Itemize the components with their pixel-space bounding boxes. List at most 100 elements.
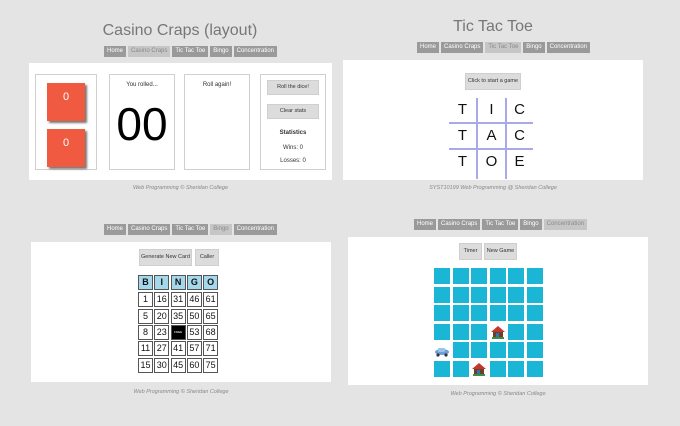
card-tile[interactable] [526,268,543,284]
nav-tic-tac-toe[interactable]: Tic Tac Toe [485,42,522,53]
ttt-cell-7[interactable]: O [478,148,505,175]
ttt-cell-8[interactable]: E [506,148,533,175]
bingo-cell[interactable]: 75 [203,357,219,373]
card-tile[interactable] [526,305,543,321]
nav-concentration[interactable]: Concentration [233,46,277,57]
ttt-cell-5[interactable]: C [506,122,533,149]
ttt-cell-6[interactable]: T [449,148,476,175]
nav-concentration[interactable]: Concentration [233,224,277,235]
card-tile[interactable] [526,323,543,340]
nav-home[interactable]: Home [417,42,440,53]
card-tile[interactable] [434,305,450,321]
nav-casino-craps[interactable]: Casino Craps [438,219,481,230]
card-tile[interactable] [471,342,487,358]
bingo-cell[interactable]: 30 [154,357,170,373]
card-tile[interactable] [508,286,524,303]
clear-stats-button[interactable]: Clear stats [267,104,319,119]
card-tile[interactable] [508,360,524,377]
card-tile[interactable] [508,323,524,340]
bingo-cell[interactable]: 41 [170,341,186,357]
card-tile[interactable] [489,268,506,284]
bingo-cell[interactable]: 5 [138,308,153,324]
bingo-cell[interactable]: 61 [203,292,219,308]
card-tile[interactable] [471,323,487,340]
ttt-cell-2[interactable]: C [506,96,533,123]
card-tile[interactable] [434,286,450,303]
bingo-cell[interactable]: 27 [154,341,170,357]
nav-bingo[interactable]: Bingo [523,42,545,53]
rolled-label: You rolled... [126,82,158,88]
card-tile[interactable] [526,286,543,303]
card-tile[interactable] [471,268,487,284]
bingo-header: G [186,275,202,290]
generate-card-button[interactable]: Generate New Card [139,249,192,266]
card-tile[interactable] [489,342,506,358]
card-tile[interactable] [452,342,469,358]
card-tile[interactable] [452,323,469,340]
card-tile[interactable] [508,268,524,284]
bingo-cell[interactable]: 46 [186,292,202,308]
nav-concentration[interactable]: Concentration [543,219,587,230]
nav-casino-craps[interactable]: Casino Craps [128,46,171,57]
bingo-cell[interactable]: 23 [154,324,170,340]
start-game-button[interactable]: Click to start a game [465,73,521,90]
bingo-cell[interactable]: 57 [186,341,202,357]
card-tile[interactable] [489,360,506,377]
nav-concentration[interactable]: Concentration [546,42,590,53]
tictactoe-title: Tic Tac Toe [453,18,533,35]
revealed-tile[interactable] [471,360,487,377]
nav-home[interactable]: Home [104,46,127,57]
ttt-cell-1[interactable]: I [478,96,505,123]
bingo-cell[interactable]: 50 [186,308,202,324]
card-tile[interactable] [434,360,450,377]
card-tile[interactable] [526,360,543,377]
card-tile[interactable] [452,360,469,377]
card-tile[interactable] [471,305,487,321]
card-tile[interactable] [434,323,450,340]
nav-home[interactable]: Home [104,224,127,235]
roll-dice-button[interactable]: Roll the dice! [267,80,319,95]
bingo-cell[interactable]: 68 [203,324,219,340]
nav-casino-craps[interactable]: Casino Craps [128,224,171,235]
bingo-cell[interactable]: 60 [186,357,202,373]
bingo-free-cell[interactable]: FREE [170,324,186,340]
bingo-cell[interactable]: 71 [203,341,219,357]
nav-tic-tac-toe[interactable]: Tic Tac Toe [172,46,209,57]
card-tile[interactable] [452,305,469,321]
nav-bingo[interactable]: Bingo [210,46,232,57]
nav-bingo[interactable]: Bingo [210,224,232,235]
card-tile[interactable] [508,342,524,358]
bingo-cell[interactable]: 8 [138,324,153,340]
nav-tic-tac-toe[interactable]: Tic Tac Toe [482,219,519,230]
new-game-button[interactable]: New Game [484,243,517,260]
ttt-cell-3[interactable]: T [449,122,476,149]
bingo-cell[interactable]: 20 [154,308,170,324]
revealed-tile[interactable] [434,342,450,358]
card-tile[interactable] [452,268,469,284]
nav-home[interactable]: Home [414,219,437,230]
ttt-cell-4[interactable]: A [478,122,505,149]
nav-casino-craps[interactable]: Casino Craps [441,42,484,53]
bingo-cell[interactable]: 31 [170,292,186,308]
bingo-cell[interactable]: 15 [138,357,153,373]
nav-tic-tac-toe[interactable]: Tic Tac Toe [172,224,209,235]
bingo-cell[interactable]: 35 [170,308,186,324]
bingo-cell[interactable]: 45 [170,357,186,373]
caller-button[interactable]: Caller [195,249,219,266]
card-tile[interactable] [508,305,524,321]
card-tile[interactable] [471,286,487,303]
bingo-cell[interactable]: 11 [138,341,153,357]
timer-button[interactable]: Timer [459,243,482,260]
bingo-cell[interactable]: 53 [186,324,202,340]
card-tile[interactable] [434,268,450,284]
card-tile[interactable] [526,342,543,358]
revealed-tile[interactable] [489,323,506,340]
bingo-cell[interactable]: 65 [203,308,219,324]
bingo-cell[interactable]: 16 [154,292,170,308]
ttt-cell-0[interactable]: T [449,96,476,123]
card-tile[interactable] [489,305,506,321]
nav-bingo[interactable]: Bingo [520,219,542,230]
card-tile[interactable] [452,286,469,303]
card-tile[interactable] [489,286,506,303]
bingo-cell[interactable]: 1 [138,292,153,308]
